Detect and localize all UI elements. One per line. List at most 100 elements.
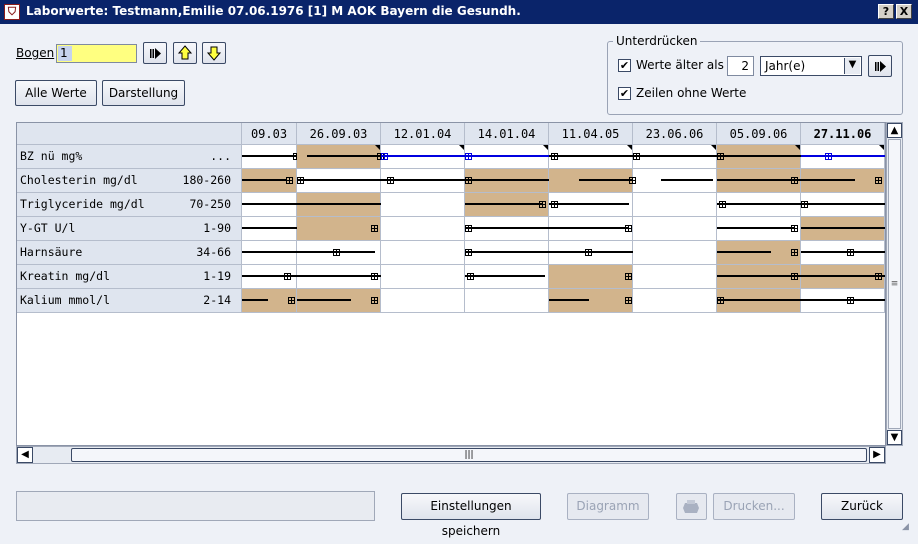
zurueck-button[interactable]: Zurück [821, 493, 903, 520]
age-amount-input[interactable]: 2 [727, 56, 754, 76]
value-cell[interactable] [633, 289, 717, 313]
row-label[interactable]: BZ nü mg%... [17, 145, 242, 169]
value-cell[interactable] [549, 265, 633, 289]
value-marker-icon[interactable] [465, 249, 472, 256]
value-cell[interactable] [297, 193, 381, 217]
value-cell[interactable] [242, 241, 297, 265]
value-marker-icon[interactable] [465, 225, 472, 232]
value-cell[interactable] [549, 145, 633, 169]
value-cell[interactable] [465, 241, 549, 265]
value-marker-icon[interactable] [539, 201, 546, 208]
date-header[interactable]: 05.09.06 [717, 123, 801, 145]
alle-werte-button[interactable]: Alle Werte [15, 80, 97, 106]
value-marker-icon[interactable] [625, 273, 632, 280]
value-cell[interactable] [465, 169, 549, 193]
value-marker-icon[interactable] [719, 201, 726, 208]
value-cell[interactable] [381, 265, 465, 289]
value-cell[interactable] [633, 145, 717, 169]
value-cell[interactable] [465, 145, 549, 169]
value-cell[interactable] [717, 217, 801, 241]
value-cell[interactable] [633, 193, 717, 217]
value-marker-icon[interactable] [825, 153, 832, 160]
row-label[interactable]: Triglyceride mg/dl 70-250 [17, 193, 242, 217]
value-cell[interactable] [717, 289, 801, 313]
value-marker-icon[interactable] [387, 177, 394, 184]
value-marker-icon[interactable] [847, 297, 854, 304]
horizontal-scroll-thumb[interactable]: ||| [71, 448, 867, 462]
value-marker-icon[interactable] [585, 249, 592, 256]
value-marker-icon[interactable] [633, 153, 640, 160]
value-cell[interactable] [717, 169, 801, 193]
value-cell[interactable] [801, 265, 885, 289]
horizontal-scrollbar[interactable]: ◀ ||| ▶ [16, 446, 886, 464]
value-cell[interactable] [242, 265, 297, 289]
value-marker-icon[interactable] [801, 201, 808, 208]
print-preview-button[interactable] [676, 493, 707, 520]
value-cell[interactable] [297, 169, 381, 193]
value-cell[interactable] [297, 241, 381, 265]
value-marker-icon[interactable] [467, 273, 474, 280]
value-marker-icon[interactable] [717, 153, 724, 160]
value-cell[interactable] [717, 241, 801, 265]
value-cell[interactable] [242, 169, 297, 193]
value-cell[interactable] [381, 289, 465, 313]
value-marker-icon[interactable] [717, 297, 724, 304]
value-cell[interactable] [297, 217, 381, 241]
value-cell[interactable] [242, 289, 297, 313]
value-marker-icon[interactable] [286, 177, 293, 184]
value-cell[interactable] [801, 193, 885, 217]
date-header[interactable]: 23.06.06 [633, 123, 717, 145]
move-up-button[interactable] [173, 42, 197, 64]
value-marker-icon[interactable] [551, 153, 558, 160]
darstellung-button[interactable]: Darstellung [102, 80, 185, 106]
value-cell[interactable] [801, 289, 885, 313]
value-marker-icon[interactable] [875, 273, 882, 280]
age-unit-select[interactable]: Jahr(e) ▼ [760, 56, 862, 76]
date-header[interactable]: 14.01.04 [465, 123, 549, 145]
value-cell[interactable] [465, 289, 549, 313]
scroll-right-icon[interactable]: ▶ [869, 447, 885, 463]
value-cell[interactable] [549, 217, 633, 241]
move-down-button[interactable] [202, 42, 226, 64]
value-cell[interactable] [633, 169, 717, 193]
date-header[interactable]: 27.11.06 [801, 123, 885, 145]
value-marker-icon[interactable] [625, 225, 632, 232]
value-cell[interactable] [549, 193, 633, 217]
value-marker-icon[interactable] [791, 177, 798, 184]
value-marker-icon[interactable] [288, 297, 295, 304]
value-marker-icon[interactable] [847, 249, 854, 256]
help-button[interactable]: ? [878, 4, 894, 19]
jump-next-button[interactable] [143, 42, 167, 64]
value-cell[interactable] [801, 241, 885, 265]
value-marker-icon[interactable] [371, 273, 378, 280]
row-label[interactable]: Y-GT U/l 1-90 [17, 217, 242, 241]
date-header[interactable]: 26.09.03 [297, 123, 381, 145]
row-label[interactable]: Kreatin mg/dl 1-19 [17, 265, 242, 289]
value-marker-icon[interactable] [791, 249, 798, 256]
close-button[interactable]: X [896, 4, 912, 19]
einstellungen-speichern-button[interactable]: Einstellungen speichern [401, 493, 541, 538]
row-label[interactable]: Kalium mmol/l 2-14 [17, 289, 242, 313]
value-cell[interactable] [717, 193, 801, 217]
date-header[interactable]: 09.03 [242, 123, 297, 145]
value-marker-icon[interactable] [333, 249, 340, 256]
value-marker-icon[interactable] [371, 225, 378, 232]
row-label[interactable]: Harnsäure 34-66 [17, 241, 242, 265]
value-marker-icon[interactable] [371, 297, 378, 304]
value-cell[interactable] [633, 265, 717, 289]
scroll-down-icon[interactable]: ▼ [887, 430, 902, 445]
value-cell[interactable] [465, 193, 549, 217]
value-cell[interactable] [549, 289, 633, 313]
value-marker-icon[interactable] [381, 153, 388, 160]
werte-aelter-checkbox[interactable]: ✔ [618, 59, 631, 72]
value-cell[interactable] [717, 265, 801, 289]
scroll-left-icon[interactable]: ◀ [17, 447, 33, 463]
value-marker-icon[interactable] [875, 177, 882, 184]
date-header[interactable]: 11.04.05 [549, 123, 633, 145]
date-header[interactable]: 12.01.04 [381, 123, 465, 145]
value-cell[interactable] [633, 241, 717, 265]
zeilen-ohne-werte-checkbox[interactable]: ✔ [618, 87, 631, 100]
value-cell[interactable] [801, 169, 885, 193]
value-cell[interactable] [381, 145, 465, 169]
value-cell[interactable] [465, 265, 549, 289]
